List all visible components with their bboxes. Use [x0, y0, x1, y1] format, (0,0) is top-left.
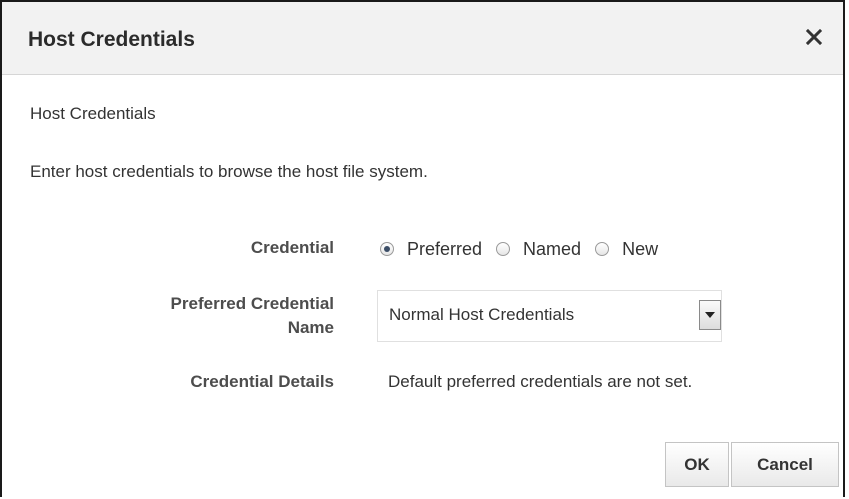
preferred-credential-name-label-line2: Name: [287, 318, 334, 337]
cancel-button[interactable]: Cancel: [731, 442, 839, 487]
radio-named-label: Named: [523, 238, 582, 259]
radio-named-button[interactable]: [496, 242, 511, 256]
instruction-text: Enter host credentials to browse the hos…: [30, 162, 428, 181]
radio-new-button[interactable]: [595, 242, 610, 256]
preferred-credential-name-value: Normal Host Credentials: [389, 305, 575, 324]
radio-new[interactable]: New: [595, 239, 672, 260]
host-credentials-dialog: Host Credentials Host Credentials Enter …: [0, 0, 845, 497]
credential-details-label: Credential Details: [190, 372, 334, 391]
radio-preferred-button[interactable]: [380, 242, 394, 256]
chevron-down-icon: [705, 312, 715, 318]
radio-named[interactable]: Named: [496, 239, 595, 260]
preferred-credential-name-label: Preferred Credential Name: [92, 292, 334, 340]
credential-label: Credential: [250, 238, 334, 257]
preferred-credential-name-label-line1: Preferred Credential: [170, 294, 334, 313]
radio-preferred[interactable]: Preferred: [380, 239, 496, 260]
close-button[interactable]: [799, 22, 829, 52]
section-heading: Host Credentials: [30, 104, 156, 123]
credential-details-value: Default preferred credentials are not se…: [388, 372, 693, 391]
radio-preferred-label: Preferred: [407, 238, 483, 259]
close-icon: [806, 29, 822, 45]
credential-radio-group: Preferred Named New: [380, 237, 672, 261]
ok-button[interactable]: OK: [665, 442, 729, 487]
dialog-title: Host Credentials: [28, 28, 195, 51]
dropdown-button[interactable]: [699, 300, 721, 330]
radio-new-label: New: [622, 238, 659, 259]
dialog-titlebar: Host Credentials: [2, 2, 843, 75]
preferred-credential-name-select[interactable]: Normal Host Credentials: [377, 290, 722, 342]
